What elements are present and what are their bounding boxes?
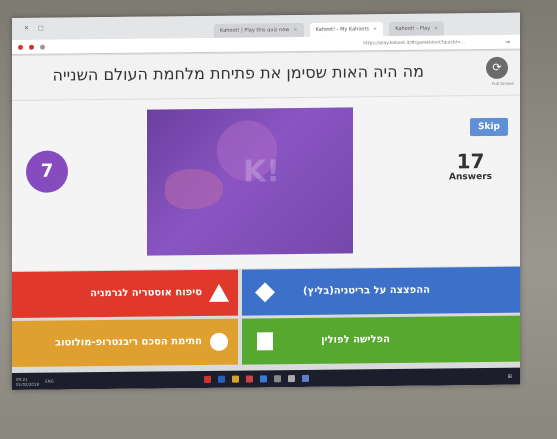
- diamond-icon: [255, 282, 275, 303]
- app-icon[interactable]: [301, 374, 309, 382]
- clock[interactable]: 09:21 01/02/2018: [16, 376, 39, 386]
- tab-label: Kahoot! | Play this quiz now: [220, 27, 290, 34]
- question-stage: 7 K! Skip 17 Answers: [12, 95, 520, 271]
- window-controls: ✕ □: [24, 25, 44, 32]
- clock-date: 01/02/2018: [16, 381, 40, 387]
- answer-grid: סיפוח אוסטריה לגרמניה ההפצצה על בריטניה(…: [12, 266, 520, 372]
- app-icon[interactable]: [245, 375, 253, 383]
- answer-text: סיפוח אוסטריה לגרמניה: [90, 287, 202, 300]
- answer-yellow[interactable]: חתימת הסכם ריבנטרופ-מולוטוב: [12, 318, 238, 367]
- browser-tab[interactable]: Kahoot! - Play ×: [389, 21, 445, 37]
- close-tab-icon[interactable]: ×: [293, 27, 297, 33]
- restore-window-icon[interactable]: □: [38, 25, 44, 32]
- projected-screen: ✕ □ Kahoot! | Play this quiz now × Kahoot…: [12, 12, 520, 390]
- media-decoration: [165, 168, 223, 210]
- language-indicator[interactable]: ENG: [45, 379, 54, 384]
- answer-text: חתימת הסכם ריבנטרופ-מולוטוב: [54, 336, 202, 349]
- answers-label: Answers: [449, 171, 492, 183]
- close-tab-icon[interactable]: ×: [434, 26, 438, 32]
- extension-icon[interactable]: [40, 44, 45, 50]
- square-icon: [257, 332, 273, 351]
- app-icon[interactable]: [217, 375, 225, 383]
- answers-counter: 17 Answers: [449, 149, 492, 183]
- taskbar-apps: [203, 374, 309, 383]
- answers-count: 17: [456, 149, 485, 174]
- close-tab-icon[interactable]: ×: [373, 26, 377, 32]
- extension-icon[interactable]: [29, 44, 34, 50]
- app-icon[interactable]: [273, 375, 281, 383]
- answer-text: ההפצצה על בריטניה(בליץ): [303, 284, 430, 297]
- answer-text: הפלישה לפולין: [321, 334, 390, 346]
- browser-tab[interactable]: Kahoot! | Play this quiz now ×: [214, 22, 304, 38]
- countdown-timer: 7: [26, 150, 68, 193]
- extension-icon[interactable]: [18, 44, 23, 50]
- question-text: מה היה האות שסימן את פתיחת מלחמת העולם ה…: [52, 61, 424, 85]
- forward-icon[interactable]: →: [505, 38, 510, 45]
- notification-icon[interactable]: ⊞: [508, 373, 512, 379]
- answer-green[interactable]: הפלישה לפולין: [242, 315, 520, 365]
- fullscreen-icon: ⟳: [492, 60, 502, 74]
- app-icon[interactable]: [259, 375, 267, 383]
- browser-tab[interactable]: Kahoot! - My Kahoots ×: [309, 22, 384, 37]
- tab-label: Kahoot! - Play: [395, 25, 431, 32]
- fullscreen-label: Full Screen: [492, 80, 514, 86]
- triangle-icon: [209, 283, 229, 302]
- skip-button[interactable]: Skip: [470, 117, 508, 137]
- app-icon[interactable]: [287, 375, 295, 383]
- fullscreen-button[interactable]: ⟳: [486, 56, 508, 80]
- question-media-image: K!: [147, 107, 353, 256]
- app-icon[interactable]: [231, 375, 239, 383]
- app-icon[interactable]: [203, 375, 211, 383]
- close-window-icon[interactable]: ✕: [24, 25, 30, 32]
- kahoot-logo-watermark: K!: [243, 154, 280, 190]
- tab-label: Kahoot! - My Kahoots: [315, 26, 370, 33]
- circle-icon: [210, 332, 228, 351]
- answer-red[interactable]: סיפוח אוסטריה לגרמניה: [12, 269, 238, 318]
- question-header: מה היה האות שסימן את פתיחת מלחמת העולם ה…: [12, 50, 520, 101]
- url-text[interactable]: https://play.kahoot.it/#/gameblock?quizI…: [363, 40, 465, 46]
- answer-blue[interactable]: ההפצצה על בריטניה(בליץ): [242, 266, 520, 316]
